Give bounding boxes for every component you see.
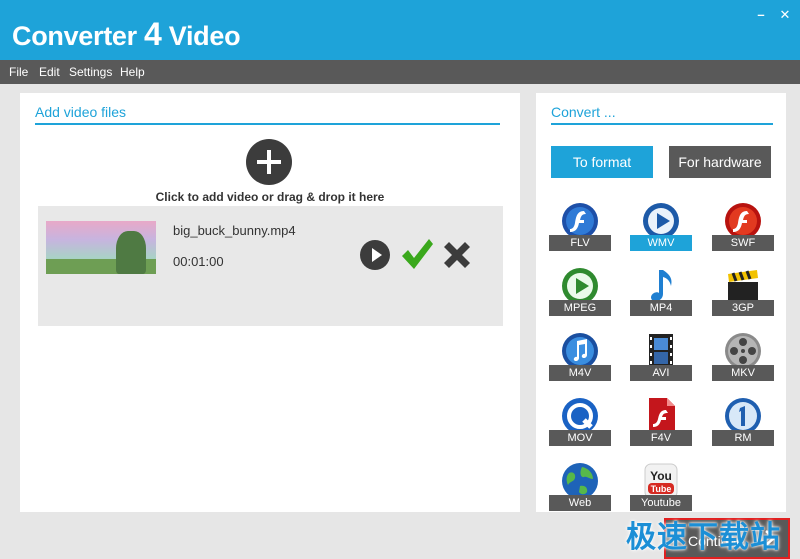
- file-name: big_buck_bunny.mp4: [173, 223, 296, 238]
- menu-bar: File Edit Settings Help: [0, 60, 800, 84]
- format-m4v[interactable]: M4V: [549, 331, 611, 387]
- format-label: F4V: [630, 430, 692, 446]
- format-web[interactable]: Web: [549, 461, 611, 517]
- remove-icon[interactable]: [440, 238, 474, 272]
- format-mp4[interactable]: MP4: [630, 266, 692, 322]
- format-mpeg[interactable]: MPEG: [549, 266, 611, 322]
- tab-for-hardware[interactable]: For hardware: [669, 146, 771, 178]
- title-bar: Converter 4 Video – ✕: [0, 0, 800, 60]
- menu-edit[interactable]: Edit: [39, 65, 60, 79]
- svg-text:You: You: [650, 469, 672, 483]
- convert-divider: [551, 123, 773, 125]
- format-label: M4V: [549, 365, 611, 381]
- play-button[interactable]: [360, 240, 390, 270]
- add-files-divider: [35, 123, 500, 125]
- format-mkv[interactable]: MKV: [712, 331, 774, 387]
- watermark: 极速下载站: [626, 520, 781, 555]
- add-files-title: Add video files: [35, 104, 127, 120]
- format-3gp[interactable]: 3GP: [712, 266, 774, 322]
- format-label: Web: [549, 495, 611, 511]
- app-title: Converter 4 Video: [12, 16, 241, 52]
- format-label: AVI: [630, 365, 692, 381]
- format-label: FLV: [549, 235, 611, 251]
- add-video-button[interactable]: [246, 139, 292, 185]
- menu-help[interactable]: Help: [120, 65, 145, 79]
- format-youtube[interactable]: You Tube Youtube: [630, 461, 692, 517]
- format-mov[interactable]: MOV: [549, 396, 611, 452]
- svg-text:Tube: Tube: [651, 484, 672, 494]
- check-icon[interactable]: [400, 236, 434, 272]
- format-label: MKV: [712, 365, 774, 381]
- convert-title: Convert ...: [551, 104, 616, 120]
- format-label: MP4: [630, 300, 692, 316]
- format-label: MOV: [549, 430, 611, 446]
- format-swf[interactable]: SWF: [712, 201, 774, 257]
- format-label: 3GP: [712, 300, 774, 316]
- format-label: Youtube: [630, 495, 692, 511]
- video-thumbnail: [46, 221, 156, 274]
- format-label: WMV: [630, 235, 692, 251]
- close-button[interactable]: ✕: [778, 8, 792, 22]
- format-label: RM: [712, 430, 774, 446]
- file-duration: 00:01:00: [173, 254, 224, 269]
- minimize-button[interactable]: –: [754, 8, 768, 22]
- add-video-hint: Click to add video or drag & drop it her…: [155, 190, 385, 204]
- menu-file[interactable]: File: [9, 65, 28, 79]
- format-rm[interactable]: RM: [712, 396, 774, 452]
- add-files-panel: Add video files Click to add video or dr…: [20, 93, 520, 512]
- convert-panel: Convert ... To format For hardware FLV W…: [536, 93, 786, 512]
- format-label: SWF: [712, 235, 774, 251]
- format-f4v[interactable]: F4V: [630, 396, 692, 452]
- menu-settings[interactable]: Settings: [69, 65, 112, 79]
- format-wmv[interactable]: WMV: [630, 201, 692, 257]
- tab-to-format[interactable]: To format: [551, 146, 653, 178]
- file-list-item: big_buck_bunny.mp4 00:01:00: [38, 206, 503, 326]
- format-flv[interactable]: FLV: [549, 201, 611, 257]
- format-label: MPEG: [549, 300, 611, 316]
- format-avi[interactable]: AVI: [630, 331, 692, 387]
